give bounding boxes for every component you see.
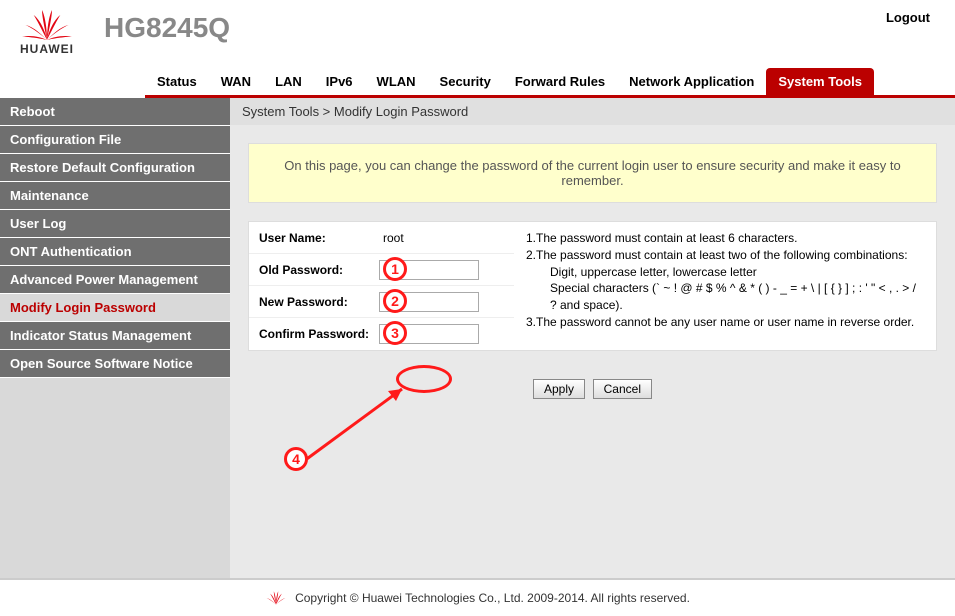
- form-fields: User Name: root Old Password: 1 New Pass…: [249, 222, 514, 350]
- tab-lan[interactable]: LAN: [263, 68, 314, 95]
- sidebar-item-ont-authentication[interactable]: ONT Authentication: [0, 238, 230, 266]
- annotation-marker-4: 4: [284, 447, 308, 471]
- cancel-button[interactable]: Cancel: [593, 379, 652, 399]
- tab-forward-rules[interactable]: Forward Rules: [503, 68, 617, 95]
- old-password-row: Old Password: 1: [249, 254, 514, 286]
- tab-network-application[interactable]: Network Application: [617, 68, 766, 95]
- username-value: root: [379, 231, 404, 245]
- page-description: On this page, you can change the passwor…: [248, 143, 937, 203]
- footer-text: Copyright © Huawei Technologies Co., Ltd…: [295, 591, 690, 605]
- rule-1: 1.The password must contain at least 6 c…: [526, 230, 924, 247]
- username-row: User Name: root: [249, 222, 514, 254]
- confirm-password-row: Confirm Password: 3: [249, 318, 514, 350]
- password-form: User Name: root Old Password: 1 New Pass…: [248, 221, 937, 351]
- tab-ipv6[interactable]: IPv6: [314, 68, 365, 95]
- apply-button[interactable]: Apply: [533, 379, 585, 399]
- huawei-logo-icon: [22, 8, 72, 42]
- sidebar-item-open-source-software-notice[interactable]: Open Source Software Notice: [0, 350, 230, 378]
- main-panel: System Tools > Modify Login Password On …: [230, 98, 955, 578]
- top-navigation: StatusWANLANIPv6WLANSecurityForward Rule…: [145, 68, 955, 98]
- sidebar: RebootConfiguration FileRestore Default …: [0, 98, 230, 578]
- rule-2b: Special characters (` ~ ! @ # $ % ^ & * …: [526, 280, 924, 314]
- brand-name: HUAWEI: [20, 42, 74, 56]
- sidebar-item-restore-default-configuration[interactable]: Restore Default Configuration: [0, 154, 230, 182]
- confirm-password-input[interactable]: [379, 324, 479, 344]
- huawei-footer-logo-icon: [265, 590, 287, 606]
- tab-wan[interactable]: WAN: [209, 68, 263, 95]
- new-password-label: New Password:: [249, 295, 379, 309]
- model-number: HG8245Q: [104, 12, 230, 44]
- password-rules: 1.The password must contain at least 6 c…: [514, 222, 936, 350]
- tab-security[interactable]: Security: [428, 68, 503, 95]
- brand-logo-block: HUAWEI: [20, 8, 74, 56]
- footer: Copyright © Huawei Technologies Co., Ltd…: [0, 578, 955, 616]
- annotation-oval-apply: [396, 365, 452, 393]
- tab-wlan[interactable]: WLAN: [365, 68, 428, 95]
- old-password-label: Old Password:: [249, 263, 379, 277]
- sidebar-item-indicator-status-management[interactable]: Indicator Status Management: [0, 322, 230, 350]
- sidebar-item-user-log[interactable]: User Log: [0, 210, 230, 238]
- old-password-input[interactable]: [379, 260, 479, 280]
- sidebar-item-configuration-file[interactable]: Configuration File: [0, 126, 230, 154]
- confirm-password-label: Confirm Password:: [249, 327, 379, 341]
- username-label: User Name:: [249, 231, 379, 245]
- tab-system-tools[interactable]: System Tools: [766, 68, 874, 95]
- header: HUAWEI HG8245Q Logout: [0, 0, 955, 56]
- sidebar-item-maintenance[interactable]: Maintenance: [0, 182, 230, 210]
- content-layout: RebootConfiguration FileRestore Default …: [0, 98, 955, 578]
- rule-2a: Digit, uppercase letter, lowercase lette…: [526, 264, 924, 281]
- breadcrumb: System Tools > Modify Login Password: [230, 98, 955, 125]
- new-password-row: New Password: 2: [249, 286, 514, 318]
- logout-link[interactable]: Logout: [886, 10, 930, 25]
- new-password-input[interactable]: [379, 292, 479, 312]
- sidebar-item-modify-login-password[interactable]: Modify Login Password: [0, 294, 230, 322]
- rule-3: 3.The password cannot be any user name o…: [526, 314, 924, 331]
- sidebar-item-advanced-power-management[interactable]: Advanced Power Management: [0, 266, 230, 294]
- annotation-arrow: [290, 383, 420, 473]
- button-row: Apply Cancel 4: [230, 369, 955, 415]
- sidebar-item-reboot[interactable]: Reboot: [0, 98, 230, 126]
- tab-status[interactable]: Status: [145, 68, 209, 95]
- rule-2: 2.The password must contain at least two…: [526, 247, 924, 264]
